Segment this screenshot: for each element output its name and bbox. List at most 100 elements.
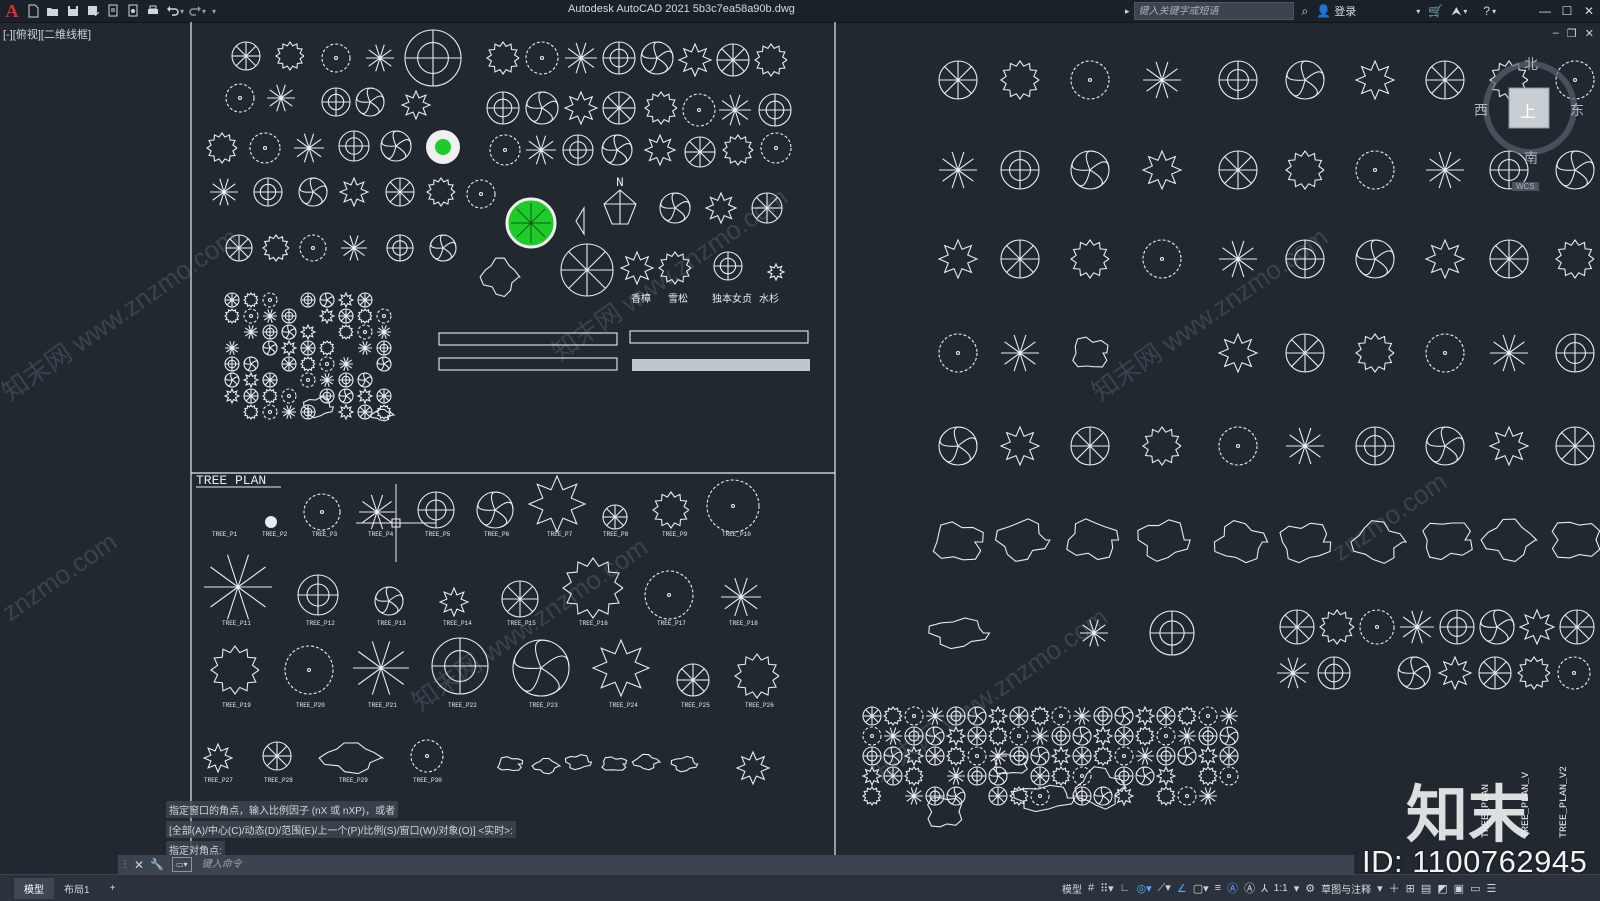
tree-block-symbol[interactable] [1093,746,1113,766]
tree-block-symbol[interactable] [244,325,258,339]
tree-block-symbol[interactable] [294,133,324,163]
tree-block-symbol[interactable] [357,324,373,340]
tree-block-symbol[interactable] [466,179,496,209]
workspace-dropdown-icon[interactable]: ▾ [1377,882,1383,895]
tree-block-symbol[interactable] [486,41,520,75]
tree-block-symbol[interactable] [300,372,316,388]
tree-block-symbol[interactable] [337,403,355,421]
add-layout-button[interactable]: + [100,880,126,897]
tree-block-symbol[interactable] [243,292,259,308]
tree-block-symbol[interactable] [262,340,278,356]
minimize-button[interactable]: — [1534,0,1556,22]
drawing-minimize-button[interactable]: – [1553,27,1559,40]
tree-block-symbol[interactable] [706,479,760,533]
tree-block-symbol[interactable] [319,388,335,404]
tree-block-symbol[interactable] [374,586,404,616]
tree-block-symbol[interactable] [862,726,882,746]
tree-block-symbol[interactable] [1156,726,1176,746]
drawing-restore-button[interactable]: ❐ [1567,27,1577,40]
tree-block-symbol[interactable] [262,372,278,388]
tree-block-symbol[interactable] [1198,766,1218,786]
tree-block-symbol[interactable] [281,388,297,404]
tree-block-symbol[interactable] [1219,746,1239,766]
tree-block-symbol[interactable] [1285,150,1325,190]
quick-properties-icon[interactable]: ▤ [1421,882,1431,895]
save-icon[interactable] [64,2,82,20]
tree-block-symbol[interactable] [1141,149,1183,191]
misc-symbols[interactable] [496,750,771,786]
tree-block-symbol[interactable] [242,371,260,389]
object-snap-tracking-icon[interactable]: ∠ [1177,882,1187,895]
tree-block-symbol[interactable] [386,234,414,262]
tree-block-symbol[interactable] [988,726,1008,746]
tree-block-symbol[interactable] [341,235,367,261]
tree-block-symbol[interactable] [385,177,415,207]
tree-block-symbol[interactable] [967,726,987,746]
tree-block-symbol[interactable] [883,706,903,726]
tree-block-symbol[interactable] [249,132,281,164]
ortho-icon[interactable]: ∟ [1120,882,1131,894]
undo-dropdown-icon[interactable]: ▾ [180,7,184,16]
shrub-outline-symbol[interactable] [564,754,593,771]
tree-block-symbol[interactable] [937,238,979,280]
tree-block-symbol[interactable] [659,192,691,224]
tree-block-symbol[interactable] [1114,726,1134,746]
user-icon[interactable]: 👤 [1316,4,1331,18]
tree-block-symbol[interactable] [560,243,614,297]
print-icon[interactable] [144,2,162,20]
new-icon[interactable] [24,2,42,20]
tree-block-symbol[interactable] [722,134,754,166]
tree-block-symbol[interactable] [989,747,1007,765]
tree-block-symbol[interactable] [1070,150,1110,190]
tree-block-symbol[interactable] [938,333,978,373]
tree-block-symbol[interactable] [426,177,456,207]
publish-icon[interactable] [104,2,122,20]
tree-block-symbol[interactable] [1437,655,1473,691]
tree-block-symbol[interactable] [1285,239,1325,279]
tree-block-symbol[interactable] [1397,656,1431,690]
annotation-scale-value[interactable]: 1:1 [1274,883,1288,894]
tree-block-symbol[interactable] [357,372,373,388]
tree-block-symbol[interactable] [565,42,597,74]
customization-menu-icon[interactable]: ☰ [1486,882,1496,895]
tree-block-symbol[interactable] [300,356,316,372]
tree-block-symbol[interactable] [1156,706,1176,726]
wcs-menu[interactable]: WCS [1512,182,1539,191]
workspace-switch[interactable]: 草图与注释 [1321,881,1371,896]
tree-block-symbol[interactable] [754,43,788,77]
tree-block-symbol[interactable] [601,134,633,166]
tree-block-symbol[interactable] [1555,333,1595,373]
tree-block-symbol[interactable] [1355,150,1395,190]
tree-block-symbol[interactable] [438,586,470,618]
object-snap-icon[interactable]: ▢▾ [1193,882,1209,895]
cart-icon[interactable]: 🛒 [1428,4,1443,18]
tree-block-symbol[interactable] [1177,746,1197,766]
drawing-canvas[interactable]: 知末网 www.znzmo.com znzmo.com 知末网 www.znzm… [0,22,1600,858]
plot-preview-icon[interactable] [124,2,142,20]
units-icon[interactable]: ⊞ [1406,882,1415,895]
tree-block-symbol[interactable] [1072,726,1092,746]
tree-block-symbol[interactable] [713,251,743,281]
tree-block-symbol[interactable] [210,178,238,206]
tree-block-symbol[interactable] [704,191,738,225]
viewcube[interactable]: 北 西 东 南 上 WCS [1474,52,1584,202]
tree-block-symbol[interactable] [1177,706,1197,726]
tree-block-symbol[interactable] [262,234,290,262]
tree-block-symbol[interactable] [1518,608,1556,646]
tree-block-symbol[interactable] [224,292,240,308]
tree-block-symbol[interactable] [1030,746,1050,766]
tree-block-symbol[interactable] [1479,609,1515,645]
tree-block-symbol[interactable] [243,404,259,420]
tree-block-symbol[interactable] [262,741,292,771]
tree-block-symbol[interactable] [338,388,354,404]
tree-block-symbol[interactable] [1490,334,1528,372]
tree-block-symbol[interactable] [1051,726,1071,746]
tree-block-symbol[interactable] [1425,60,1465,100]
command-input[interactable] [199,858,604,871]
tree-block-symbol[interactable] [338,130,370,162]
tree-block-symbol[interactable] [766,262,786,282]
tree-block-symbol[interactable] [1135,726,1155,746]
tree-block-symbol[interactable] [337,291,355,309]
tree-block-symbol[interactable] [1114,706,1134,726]
tree-block-symbol[interactable] [1517,656,1551,690]
